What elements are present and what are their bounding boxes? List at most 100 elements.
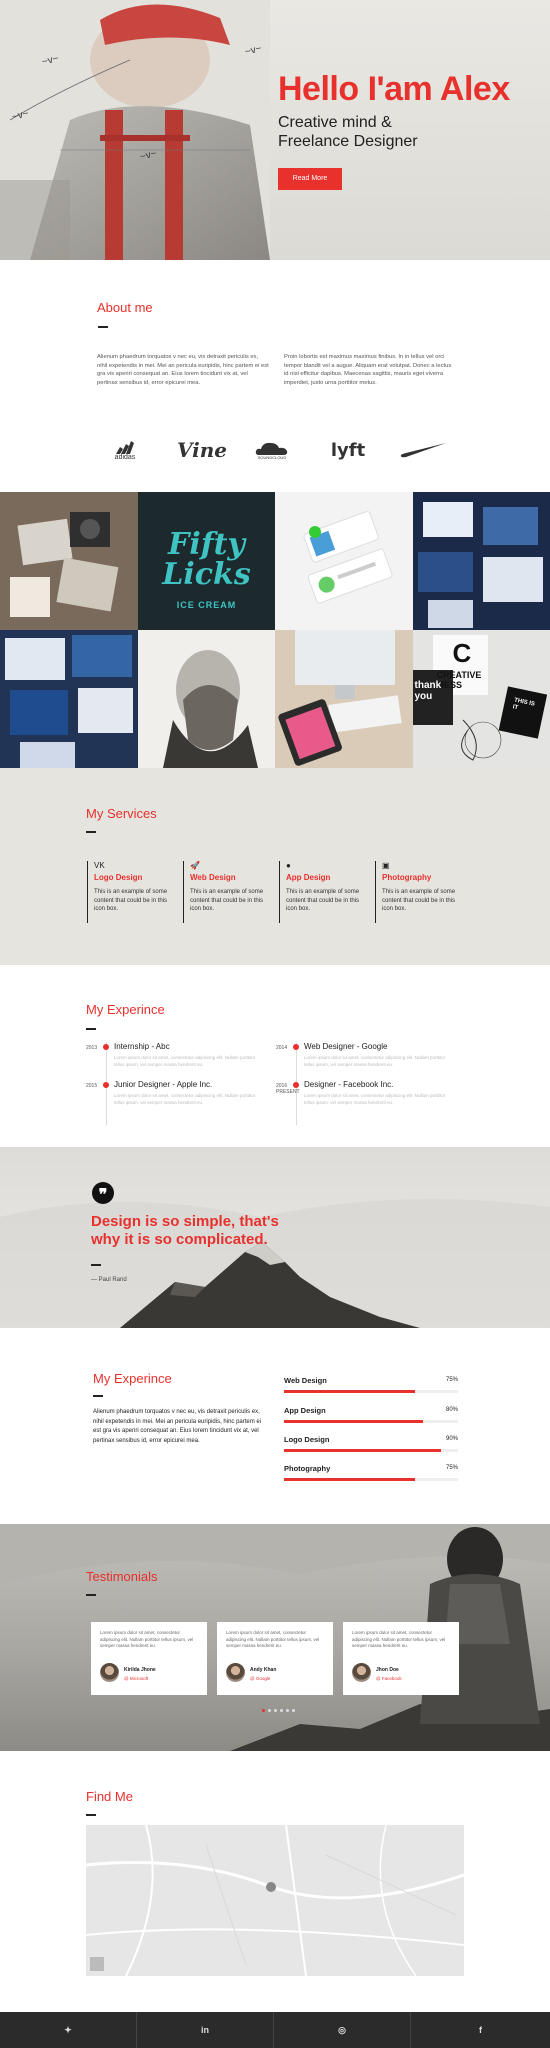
- quote-section: ❞ Design is so simple, that's why it is …: [0, 1147, 550, 1328]
- client-logos: adidas Vine SOUNDCLOUD lyft: [0, 432, 550, 468]
- timeline-item: 2016 PRESENT Designer - Facebook Inc. Lor…: [276, 1079, 476, 1119]
- gallery-tile-screens-2[interactable]: [0, 630, 138, 768]
- nike-logo[interactable]: [398, 432, 448, 468]
- gallery-tile-cameras[interactable]: [0, 492, 138, 630]
- find-me-section: Find Me: [0, 1751, 550, 2012]
- map[interactable]: [86, 1825, 464, 1976]
- hero-subtitle: Creative mind & Freelance Designer: [278, 113, 418, 151]
- job-year-end: PRESENT: [276, 1089, 300, 1095]
- skill-name: Web Design: [284, 1376, 327, 1385]
- testimonials-section: Testimonials Lorem ipsum dolor sit amet,…: [0, 1524, 550, 1751]
- twitter-icon: ✦: [64, 2025, 72, 2035]
- timeline-item: 2015 Junior Designer - Apple Inc. Lorem …: [86, 1079, 286, 1119]
- service-logo-design: VK Logo Design This is an example of som…: [87, 861, 179, 923]
- job-desc: Lorem ipsum dolor sit amet, consectetur …: [114, 1055, 256, 1067]
- skill-fill: [284, 1478, 415, 1481]
- lyft-logo[interactable]: lyft: [330, 432, 366, 468]
- heading-divider: [98, 326, 108, 328]
- gallery-tile-ice-cream[interactable]: Fifty Licks ICE CREAM: [137, 492, 275, 630]
- carousel-dot[interactable]: [268, 1709, 271, 1712]
- testimonial-company: @ Google: [250, 1676, 271, 1681]
- testimonial-company: @ Facebook: [376, 1676, 402, 1681]
- heading-divider: [86, 1594, 96, 1596]
- service-photography: ▣ Photography This is an example of some…: [375, 861, 467, 923]
- testimonial-card: Lorem ipsum dolor sit amet, consectetur …: [217, 1622, 333, 1695]
- hero-photo: ~v~ ~v~ ~v~ ~v~: [0, 0, 270, 260]
- service-desc: This is an example of some content that …: [94, 889, 168, 912]
- soundcloud-logo[interactable]: SOUNDCLOUD: [252, 432, 292, 468]
- testimonial-text: Lorem ipsum dolor sit amet, consectetur …: [100, 1630, 194, 1648]
- carousel-dot[interactable]: [274, 1709, 277, 1712]
- soundcloud-label: SOUNDCLOUD: [257, 454, 287, 460]
- carousel-dot[interactable]: [286, 1709, 289, 1712]
- linkedin-link[interactable]: in: [137, 2012, 274, 2048]
- timeline-dot: [293, 1082, 299, 1088]
- job-title: Designer - Facebook Inc.: [304, 1080, 394, 1089]
- timeline-item: 2014 Web Designer - Google Lorem ipsum d…: [276, 1041, 476, 1081]
- gallery-tile-creative-mess[interactable]: C CREATIVE MESS thank you THIS IS IT: [412, 630, 550, 768]
- carousel-dot[interactable]: [262, 1709, 265, 1712]
- skill-track: [284, 1420, 458, 1423]
- skill-percent: 75%: [445, 1465, 458, 1471]
- skill-fill: [284, 1420, 424, 1423]
- job-desc: Lorem ipsum dolor sit amet, consectetur …: [304, 1093, 446, 1105]
- service-title: Photography: [382, 873, 432, 882]
- avatar: [100, 1663, 119, 1682]
- services-heading: My Services: [86, 806, 157, 821]
- skills-section: My Experince Alienum phaedrum torquatos …: [0, 1328, 550, 1524]
- skill-track: [284, 1390, 458, 1393]
- carousel-dot[interactable]: [280, 1709, 283, 1712]
- thank-you-text: thank you: [414, 680, 442, 702]
- job-title: Web Designer - Google: [304, 1042, 388, 1051]
- experience-section: My Experince 2013 Internship - Abc Lorem…: [0, 965, 550, 1147]
- fifty-licks-text: Fifty Licks: [162, 527, 251, 592]
- job-year: 2014: [276, 1045, 288, 1051]
- portfolio-gallery: Fifty Licks ICE CREAM C CREATIVE MESS th…: [0, 492, 550, 768]
- creative-c-letter: C: [452, 638, 472, 668]
- job-desc: Lorem ipsum dolor sit amet, consectetur …: [304, 1055, 446, 1067]
- job-title: Internship - Abc: [114, 1042, 170, 1051]
- service-title: Web Design: [190, 873, 236, 882]
- facebook-link[interactable]: f: [411, 2012, 550, 2048]
- about-heading: About me: [97, 300, 153, 315]
- service-title: Logo Design: [94, 873, 143, 882]
- services-section: My Services VK Logo Design This is an ex…: [0, 768, 550, 965]
- gallery-tile-portrait[interactable]: [137, 630, 275, 768]
- adidas-logo[interactable]: adidas: [102, 432, 148, 468]
- adidas-stripes-icon: [116, 440, 134, 454]
- skills-text: Alienum phaedrum torquatos v nec eu, vis…: [93, 1409, 262, 1444]
- carousel-dot[interactable]: [292, 1709, 295, 1712]
- apple-icon: ●: [286, 861, 291, 870]
- skill-bar: Web Design 75%: [284, 1376, 458, 1400]
- instagram-link[interactable]: ◎: [274, 2012, 411, 2048]
- about-section: About me Alienum phaedrum torquatos v ne…: [0, 260, 550, 492]
- timeline-dot: [103, 1044, 109, 1050]
- testimonial-card: Lorem ipsum dolor sit amet, consectetur …: [91, 1622, 207, 1695]
- job-year: 2015: [86, 1083, 98, 1089]
- testimonial-text: Lorem ipsum dolor sit amet, consectetur …: [226, 1630, 320, 1648]
- job-desc: Lorem ipsum dolor sit amet, consectetur …: [114, 1093, 256, 1105]
- timeline-dot: [103, 1082, 109, 1088]
- cloud-icon: [255, 442, 288, 455]
- gallery-tile-screens[interactable]: [412, 492, 550, 630]
- timeline-dot: [293, 1044, 299, 1050]
- instagram-icon: ▣: [382, 861, 390, 870]
- hero-section: ~v~ ~v~ ~v~ ~v~ Hello I'am Alex Creative…: [0, 0, 550, 260]
- twitter-link[interactable]: ✦: [0, 2012, 137, 2048]
- service-web-design: 🚀 Web Design This is an example of some …: [183, 861, 275, 923]
- testimonial-name: Jhon Doe: [376, 1667, 399, 1673]
- read-more-button[interactable]: Read More: [278, 168, 342, 190]
- quote-divider: [91, 1264, 101, 1266]
- vk-icon: VK: [94, 861, 105, 870]
- testimonial-name: Kirilda Jhone: [124, 1667, 156, 1673]
- vine-logo[interactable]: Vine: [172, 432, 232, 468]
- quote-icon: ❞: [92, 1182, 114, 1204]
- skill-name: Logo Design: [284, 1435, 330, 1444]
- testimonial-name: Andy Khan: [250, 1667, 277, 1673]
- gallery-tile-imac[interactable]: [275, 630, 413, 768]
- skill-bar: App Design 80%: [284, 1406, 458, 1430]
- experience-heading: My Experince: [86, 1002, 165, 1017]
- testimonials-heading: Testimonials: [86, 1569, 158, 1584]
- skill-bar: Logo Design 90%: [284, 1435, 458, 1459]
- gallery-tile-app-cards[interactable]: [275, 492, 413, 630]
